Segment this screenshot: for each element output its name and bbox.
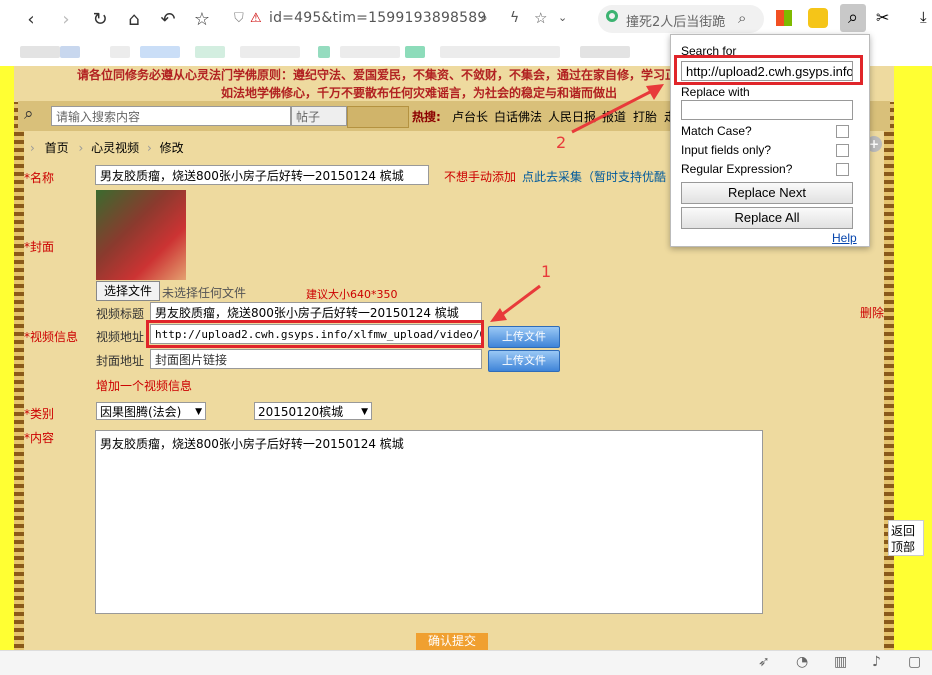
- window-icon[interactable]: ▢: [908, 654, 921, 670]
- find-replace-panel: Search for http://upload2.cwh.gsyps.info…: [670, 34, 870, 247]
- input-fields-label: Input fields only?: [681, 143, 772, 157]
- replace-with-input[interactable]: [681, 100, 853, 120]
- annotation-number-2: 2: [556, 133, 567, 152]
- regex-checkbox[interactable]: [836, 163, 849, 176]
- match-case-checkbox[interactable]: [836, 125, 849, 138]
- replace-with-label: Replace with: [681, 85, 750, 99]
- arrow-1-head: [490, 308, 507, 322]
- arrow-1: [499, 284, 541, 318]
- help-link[interactable]: Help: [832, 231, 857, 245]
- replace-next-button[interactable]: Replace Next: [681, 182, 853, 204]
- rocket-icon[interactable]: ➶: [758, 654, 770, 670]
- arrow-2: [571, 90, 651, 134]
- speed-icon[interactable]: ◔: [796, 654, 808, 670]
- annotation-number-1: 1: [541, 262, 552, 281]
- volume-icon[interactable]: ♪: [872, 654, 881, 670]
- highlight-box-search: [674, 55, 863, 85]
- replace-all-button[interactable]: Replace All: [681, 207, 853, 229]
- trash-icon[interactable]: ▥: [834, 654, 847, 670]
- match-case-label: Match Case?: [681, 124, 752, 138]
- input-fields-checkbox[interactable]: [836, 144, 849, 157]
- regex-label: Regular Expression?: [681, 162, 793, 176]
- status-bar: ➶ ◔ ▥ ♪ ▢: [0, 650, 932, 675]
